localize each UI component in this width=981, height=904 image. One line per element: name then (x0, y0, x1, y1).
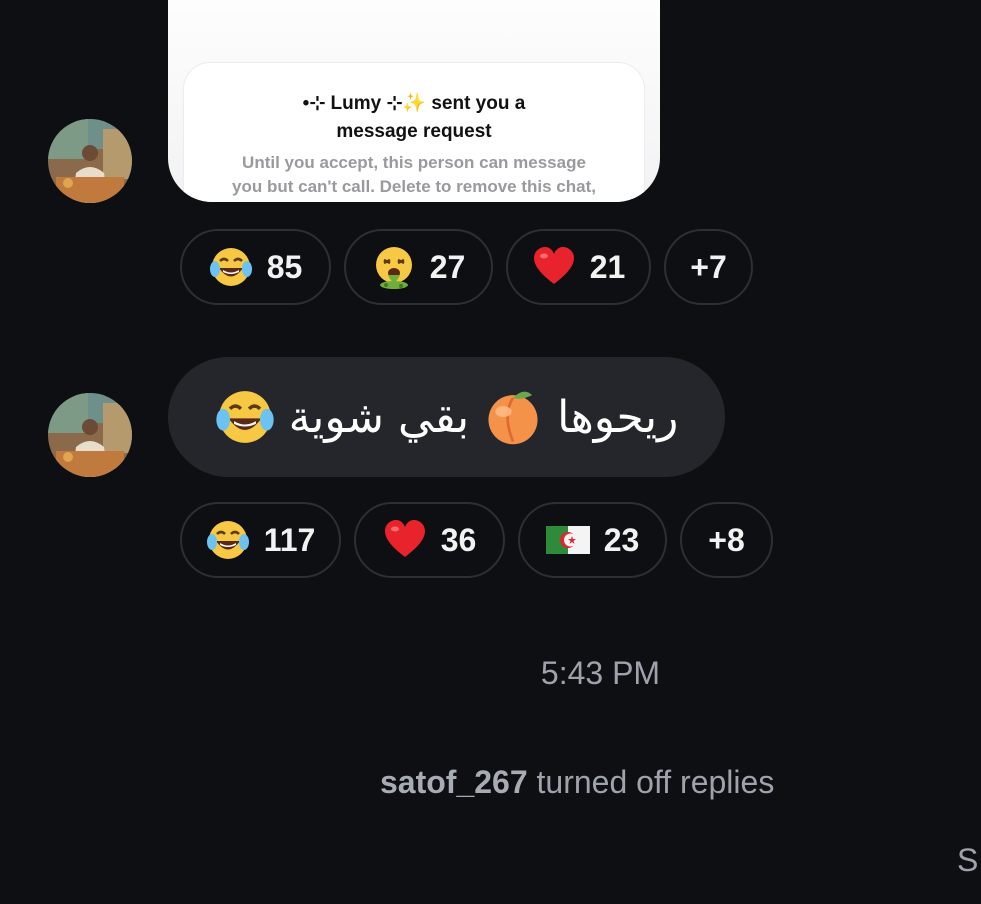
reaction-pill-heart[interactable]: 36 (354, 502, 505, 578)
avatar-image (48, 119, 132, 203)
cropped-edge-text: S (957, 842, 979, 878)
reaction-count: 21 (589, 248, 626, 285)
peach-icon (483, 387, 543, 447)
red-heart-icon (532, 245, 576, 289)
request-subtitle: Until you accept, this person can messag… (184, 151, 644, 199)
algeria-flag-icon (545, 524, 590, 556)
tears-of-joy-icon (209, 245, 253, 289)
replies-off-notice: satof_267 turned off replies (380, 764, 774, 801)
tears-of-joy-icon (206, 518, 250, 562)
reaction-count: 85 (266, 248, 303, 285)
reaction-count: 27 (429, 248, 466, 285)
reaction-count: 36 (440, 521, 477, 558)
reaction-pill-vomit[interactable]: 27 (344, 229, 493, 305)
request-title: •⊹ Lumy ⊹✨ sent you a message request (184, 90, 644, 146)
reaction-pill-laugh[interactable]: 117 (180, 502, 341, 578)
message-text-part-2: بقي شوية (288, 391, 470, 443)
notice-username[interactable]: satof_267 (380, 764, 528, 800)
vomiting-face-icon (372, 245, 416, 289)
sender-avatar[interactable] (48, 393, 132, 477)
avatar-image (48, 393, 132, 477)
more-reactions-count: +7 (690, 248, 727, 285)
reaction-count: 117 (263, 521, 316, 558)
reaction-count: 23 (603, 521, 640, 558)
shared-post-card[interactable]: •⊹ Lumy ⊹✨ sent you a message request Un… (168, 0, 660, 202)
request-title-line-1: •⊹ Lumy ⊹✨ sent you a (302, 93, 526, 114)
sender-avatar[interactable] (48, 119, 132, 203)
message-timestamp: 5:43 PM (540, 655, 661, 691)
reaction-pill-more[interactable]: +7 (664, 229, 753, 305)
request-subtitle-line-1: Until you accept, this person can messag… (242, 153, 586, 172)
tears-of-joy-icon (215, 387, 275, 447)
request-title-line-2: message request (336, 121, 492, 142)
reaction-pill-more[interactable]: +8 (680, 502, 773, 578)
more-reactions-count: +8 (708, 521, 745, 558)
message-text-part-1: ريحوها (557, 391, 679, 443)
notice-text: turned off replies (536, 764, 775, 800)
message-request-preview: •⊹ Lumy ⊹✨ sent you a message request Un… (184, 63, 644, 202)
reaction-pill-laugh[interactable]: 85 (180, 229, 331, 305)
request-subtitle-line-2: you but can't call. Delete to remove thi… (232, 177, 596, 196)
red-heart-icon (383, 518, 427, 562)
reaction-pill-flag[interactable]: 23 (518, 502, 667, 578)
reaction-pill-heart[interactable]: 21 (506, 229, 651, 305)
message-bubble[interactable]: بقي شوية ريحوها (168, 357, 725, 477)
